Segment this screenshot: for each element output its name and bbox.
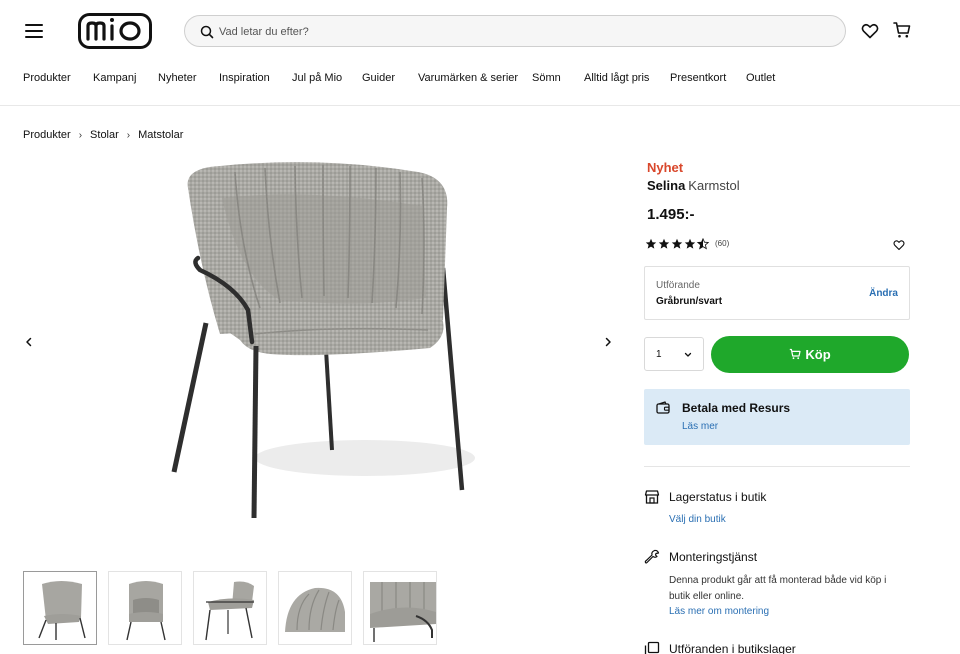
info-divider: [644, 466, 910, 467]
menu-icon[interactable]: [25, 24, 43, 38]
store-icon: [644, 490, 660, 504]
thumbnail-1[interactable]: [23, 571, 97, 645]
thumbnail-5[interactable]: [363, 571, 437, 645]
variant-change-link[interactable]: Ändra: [869, 288, 898, 299]
product-type: Karmstol: [688, 178, 740, 193]
search-input[interactable]: [219, 22, 819, 42]
rating-stars-icon: [645, 238, 709, 250]
rating[interactable]: (60): [645, 238, 729, 250]
nav-item-jul-pa-mio[interactable]: Jul på Mio: [292, 72, 342, 84]
nav-item-produkter[interactable]: Produkter: [23, 72, 71, 84]
variant-value: Gråbrun/svart: [656, 296, 723, 307]
cart-icon[interactable]: [893, 21, 911, 39]
product-main-image: [171, 162, 475, 519]
resurs-title: Betala med Resurs: [682, 401, 791, 415]
review-count: (60): [715, 239, 730, 248]
nav-item-nyheter[interactable]: Nyheter: [158, 72, 197, 84]
copy-icon: [644, 641, 660, 654]
product-name: Selina: [647, 178, 686, 193]
main-navigation: Produkter Kampanj Nyheter Inspiration Ju…: [0, 72, 960, 86]
breadcrumb-item-stolar[interactable]: Stolar: [90, 129, 119, 141]
gallery-prev-arrow-icon[interactable]: [22, 335, 36, 349]
chevron-right-icon: ›: [126, 130, 131, 141]
product-price: 1.495:-: [647, 206, 695, 223]
stock-status-title: Lagerstatus i butik: [669, 490, 767, 504]
nav-item-presentkort[interactable]: Presentkort: [670, 72, 726, 84]
search-bar[interactable]: [184, 15, 846, 47]
product-title: Selina Karmstol: [647, 178, 740, 193]
thumbnail-4[interactable]: [278, 571, 352, 645]
breadcrumb-item-produkter[interactable]: Produkter: [23, 129, 71, 141]
variant-selector[interactable]: Utförande Gråbrun/svart Ändra: [644, 266, 910, 320]
variant-label: Utförande: [656, 280, 700, 291]
wallet-icon: [656, 401, 670, 414]
header-divider: [0, 105, 960, 106]
resurs-payment-box: Betala med Resurs Läs mer: [644, 389, 910, 445]
buy-button[interactable]: Köp: [711, 336, 909, 373]
quantity-value: 1: [656, 349, 662, 360]
wishlist-heart-icon[interactable]: [861, 22, 879, 40]
new-badge: Nyhet: [647, 160, 684, 175]
buy-button-label: Köp: [805, 347, 831, 362]
resurs-read-more-link[interactable]: Läs mer: [682, 421, 718, 432]
mio-logo[interactable]: [78, 13, 152, 49]
gallery-next-arrow-icon[interactable]: [601, 335, 615, 349]
assembly-description: Denna produkt går att få monterad både v…: [669, 575, 887, 602]
wrench-icon: [644, 549, 660, 564]
breadcrumb: Produkter › Stolar › Matstolar: [23, 129, 183, 141]
nav-item-alltid-lagt-pris[interactable]: Alltid lågt pris: [584, 72, 649, 84]
nav-item-kampanj[interactable]: Kampanj: [93, 72, 136, 84]
chevron-down-icon: [684, 352, 692, 357]
nav-item-guider[interactable]: Guider: [362, 72, 395, 84]
favorite-heart-icon[interactable]: [893, 239, 905, 251]
choose-store-link[interactable]: Välj din butik: [669, 514, 726, 525]
nav-item-outlet[interactable]: Outlet: [746, 72, 775, 84]
breadcrumb-item-matstolar: Matstolar: [138, 129, 184, 141]
chevron-right-icon: ›: [78, 130, 83, 141]
assembly-read-more-link[interactable]: Läs mer om montering: [669, 606, 769, 617]
cart-icon: [790, 348, 801, 360]
thumbnail-3[interactable]: [193, 571, 267, 645]
nav-item-varumarken-serier[interactable]: Varumärken & serier: [418, 72, 518, 84]
thumbnail-2[interactable]: [108, 571, 182, 645]
search-icon: [200, 25, 214, 39]
variants-in-stock-title: Utföranden i butikslager: [669, 642, 796, 654]
nav-item-somn[interactable]: Sömn: [532, 72, 561, 84]
quantity-select[interactable]: 1: [644, 337, 704, 371]
nav-item-inspiration[interactable]: Inspiration: [219, 72, 270, 84]
assembly-title: Monteringstjänst: [669, 550, 758, 564]
